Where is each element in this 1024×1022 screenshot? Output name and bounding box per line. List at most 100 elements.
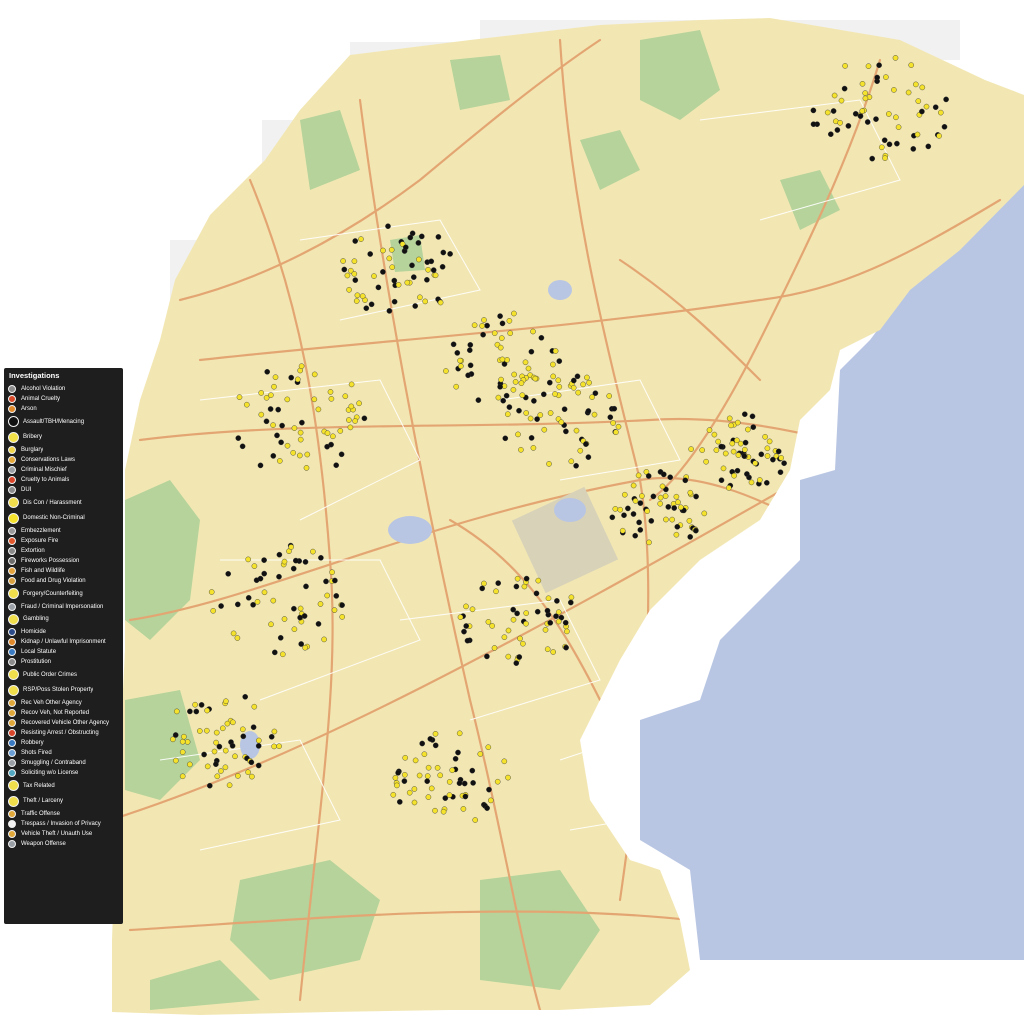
incident-marker[interactable] (726, 415, 733, 422)
incident-marker[interactable] (637, 527, 644, 533)
incident-marker[interactable] (612, 506, 619, 512)
incident-marker[interactable] (764, 479, 770, 486)
incident-marker[interactable] (230, 630, 237, 637)
incident-marker[interactable] (745, 426, 751, 433)
incident-marker[interactable] (510, 616, 517, 623)
incident-marker[interactable] (184, 739, 191, 745)
incident-marker[interactable] (484, 322, 490, 329)
incident-marker[interactable] (248, 759, 255, 766)
incident-marker[interactable] (257, 462, 264, 469)
incident-marker[interactable] (333, 462, 340, 469)
legend-item[interactable]: Trespass / Invasion of Privacy (8, 819, 123, 829)
incident-marker[interactable] (396, 799, 403, 805)
incident-marker[interactable] (311, 371, 318, 378)
incident-marker[interactable] (610, 420, 616, 426)
incident-marker[interactable] (302, 559, 309, 565)
incident-marker[interactable] (257, 575, 264, 582)
incident-marker[interactable] (297, 614, 303, 621)
legend-item[interactable]: Food and Drug Violation (8, 576, 123, 586)
incident-marker[interactable] (288, 374, 295, 381)
incident-marker[interactable] (471, 322, 478, 329)
incident-marker[interactable] (279, 422, 285, 429)
incident-marker[interactable] (225, 571, 231, 577)
incident-marker[interactable] (470, 780, 476, 786)
incident-marker[interactable] (279, 651, 286, 658)
incident-marker[interactable] (523, 610, 530, 616)
incident-marker[interactable] (390, 792, 397, 798)
incident-marker[interactable] (936, 133, 942, 139)
incident-marker[interactable] (424, 276, 430, 283)
incident-marker[interactable] (750, 424, 757, 430)
legend-item[interactable]: Fraud / Criminal Impersonation (8, 602, 123, 612)
incident-marker[interactable] (375, 284, 382, 291)
legend-item[interactable]: Cruelty to Animals (8, 475, 123, 485)
incident-marker[interactable] (585, 408, 592, 414)
incident-marker[interactable] (674, 524, 681, 530)
incident-marker[interactable] (486, 786, 492, 793)
incident-marker[interactable] (830, 108, 837, 114)
legend-item[interactable]: Arson (8, 404, 123, 414)
incident-marker[interactable] (219, 725, 226, 732)
incident-marker[interactable] (271, 743, 277, 750)
incident-marker[interactable] (302, 644, 308, 651)
incident-marker[interactable] (339, 602, 345, 608)
incident-marker[interactable] (730, 448, 737, 455)
incident-marker[interactable] (824, 109, 831, 116)
incident-marker[interactable] (344, 272, 351, 279)
incident-marker[interactable] (352, 418, 358, 424)
incident-marker[interactable] (250, 724, 257, 731)
incident-marker[interactable] (893, 114, 899, 121)
incident-marker[interactable] (297, 436, 304, 443)
incident-marker[interactable] (715, 438, 722, 445)
crime-map[interactable] (0, 0, 1024, 1022)
incident-marker[interactable] (198, 702, 205, 708)
incident-marker[interactable] (261, 570, 268, 577)
incident-marker[interactable] (272, 374, 279, 381)
incident-marker[interactable] (498, 335, 505, 341)
incident-marker[interactable] (348, 381, 355, 388)
incident-marker[interactable] (186, 761, 193, 768)
incident-marker[interactable] (757, 477, 763, 483)
incident-marker[interactable] (505, 653, 512, 660)
incident-marker[interactable] (544, 607, 551, 614)
incident-marker[interactable] (552, 348, 559, 354)
incident-marker[interactable] (506, 404, 513, 410)
incident-marker[interactable] (489, 623, 496, 629)
legend-item[interactable]: Bribery (8, 430, 123, 446)
incident-marker[interactable] (630, 511, 637, 517)
incident-marker[interactable] (497, 344, 504, 351)
incident-marker[interactable] (411, 786, 418, 792)
incident-marker[interactable] (356, 400, 362, 407)
incident-marker[interactable] (465, 372, 471, 379)
incident-marker[interactable] (271, 728, 278, 735)
incident-marker[interactable] (428, 258, 435, 265)
incident-marker[interactable] (519, 392, 526, 399)
incident-marker[interactable] (613, 429, 619, 436)
incident-marker[interactable] (401, 772, 408, 778)
incident-marker[interactable] (503, 392, 510, 399)
incident-marker[interactable] (758, 451, 765, 458)
legend-item[interactable]: Assault/TBH/Menacing (8, 414, 123, 430)
incident-marker[interactable] (351, 258, 358, 265)
incident-marker[interactable] (542, 627, 549, 633)
incident-marker[interactable] (505, 774, 511, 781)
legend-item[interactable]: Traffic Offense (8, 809, 123, 819)
incident-marker[interactable] (261, 589, 268, 596)
incident-marker[interactable] (585, 454, 592, 460)
incident-marker[interactable] (663, 516, 669, 523)
incident-marker[interactable] (886, 141, 893, 148)
incident-marker[interactable] (810, 107, 817, 114)
incident-marker[interactable] (874, 74, 881, 81)
incident-marker[interactable] (452, 756, 459, 762)
incident-marker[interactable] (504, 411, 511, 418)
incident-marker[interactable] (606, 393, 613, 399)
incident-marker[interactable] (461, 780, 468, 787)
incident-marker[interactable] (621, 512, 627, 519)
incident-marker[interactable] (741, 453, 748, 459)
incident-marker[interactable] (432, 272, 439, 279)
incident-marker[interactable] (513, 583, 520, 590)
incident-marker[interactable] (905, 89, 912, 96)
legend-item[interactable]: Rec Veh Other Agency (8, 698, 123, 708)
legend-item[interactable]: Animal Cruelty (8, 394, 123, 404)
legend-item[interactable]: Fireworks Possession (8, 556, 123, 566)
